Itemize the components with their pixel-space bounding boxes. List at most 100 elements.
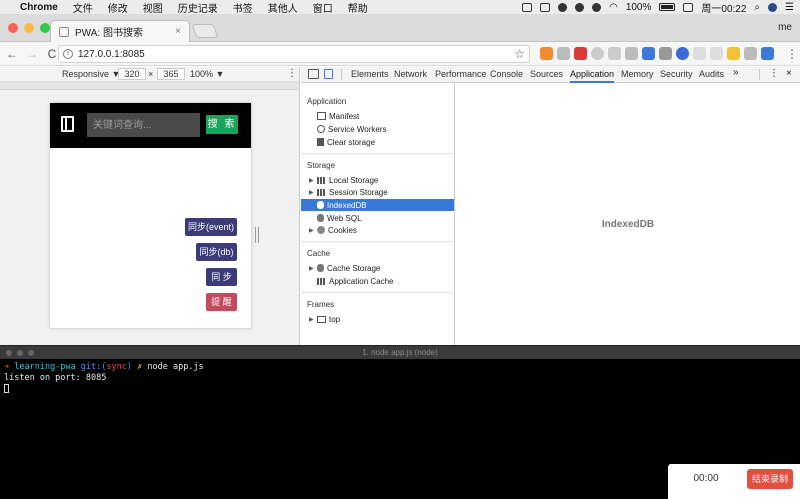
expand-arrow-icon[interactable]: ▶: [309, 177, 317, 184]
chrome-menu-icon[interactable]: ⋮: [784, 47, 800, 61]
menu-people[interactable]: 其他人: [268, 0, 298, 15]
zoom-window-icon[interactable]: [40, 23, 50, 33]
sidebar-item-label: Local Storage: [329, 175, 379, 185]
input-method-icon[interactable]: [683, 2, 694, 12]
terminal-close-icon[interactable]: [6, 350, 12, 356]
extension-2-icon[interactable]: [557, 47, 570, 60]
tab-sources[interactable]: Sources: [530, 69, 563, 79]
search-input[interactable]: [87, 113, 200, 137]
devtools-close-icon[interactable]: ×: [786, 68, 792, 79]
tab-audits[interactable]: Audits: [699, 69, 724, 79]
user-avatar-icon[interactable]: [768, 2, 778, 12]
extension-13-icon[interactable]: [744, 47, 757, 60]
stop-recording-button[interactable]: 结束录制: [747, 469, 793, 489]
expand-arrow-icon[interactable]: ▶: [309, 265, 317, 272]
terminal-minimize-icon[interactable]: [17, 350, 23, 356]
sidebar-item-indexeddb[interactable]: IndexedDB: [301, 199, 454, 211]
media-query-ruler[interactable]: [0, 82, 299, 90]
search-button[interactable]: 搜 索: [206, 115, 238, 134]
tab-close-icon[interactable]: ×: [175, 26, 181, 37]
extension-12-icon[interactable]: [727, 47, 740, 60]
zoom-select[interactable]: 100% ▼: [190, 69, 224, 79]
sidebar-item-session-storage[interactable]: ▶ Session Storage: [309, 186, 453, 198]
hat-icon[interactable]: [575, 2, 585, 12]
terminal-zoom-icon[interactable]: [28, 350, 34, 356]
menu-history[interactable]: 历史记录: [178, 0, 218, 15]
sync-button[interactable]: 同 步: [206, 268, 237, 286]
sidebar-item-clear-storage[interactable]: Clear storage: [317, 136, 453, 148]
back-arrow-icon[interactable]: ←: [4, 47, 20, 61]
battery-icon[interactable]: [659, 3, 676, 11]
devtools-menu-icon[interactable]: ⋮: [769, 68, 779, 79]
sidebar-item-application-cache[interactable]: Application Cache: [317, 275, 453, 287]
eyedropper-icon[interactable]: [659, 47, 672, 60]
menubar-clock[interactable]: 周一00:22: [701, 0, 746, 15]
minimize-window-icon[interactable]: [24, 23, 34, 33]
device-toggle-icon[interactable]: [324, 69, 333, 79]
site-info-icon[interactable]: i: [63, 49, 73, 59]
record-icon[interactable]: [540, 2, 551, 12]
sidebar-item-service-workers[interactable]: Service Workers: [317, 123, 453, 135]
forward-arrow-icon[interactable]: →: [24, 47, 40, 61]
extension-5-icon[interactable]: [608, 47, 621, 60]
close-window-icon[interactable]: [8, 23, 18, 33]
width-resize-handle[interactable]: [255, 227, 259, 243]
extension-9-icon[interactable]: [676, 47, 689, 60]
more-tabs-icon[interactable]: »: [733, 67, 739, 78]
sidebar-item-cache-storage[interactable]: ▶ Cache Storage: [309, 262, 453, 274]
sidebar-item-web-sql[interactable]: Web SQL: [317, 212, 453, 224]
tab-application[interactable]: Application: [570, 69, 615, 83]
device-height-input[interactable]: 365: [157, 68, 185, 80]
expand-arrow-icon[interactable]: ▶: [309, 316, 317, 323]
inspect-element-icon[interactable]: [308, 69, 319, 79]
menu-bookmarks[interactable]: 书签: [233, 0, 253, 15]
tab-elements[interactable]: Elements: [351, 69, 389, 79]
cloud-icon[interactable]: [592, 2, 602, 12]
new-tab-button[interactable]: [191, 24, 219, 38]
address-bar[interactable]: i 127.0.0.1:8085 ☆: [58, 45, 530, 63]
bookmark-star-icon[interactable]: ☆: [514, 47, 525, 61]
tab-security[interactable]: Security: [660, 69, 693, 79]
sync-event-button[interactable]: 同步(event): [185, 218, 237, 236]
sidebar-item-local-storage[interactable]: ▶ Local Storage: [309, 174, 453, 186]
expand-arrow-icon[interactable]: ▶: [309, 189, 317, 196]
cookie-icon: [317, 226, 325, 234]
extension-11-icon[interactable]: [710, 47, 723, 60]
profile-button[interactable]: me: [778, 22, 792, 33]
notification-list-icon[interactable]: ☰: [785, 2, 794, 13]
extension-4-icon[interactable]: [591, 47, 604, 60]
sidebar-item-cookies[interactable]: ▶ Cookies: [309, 224, 453, 236]
extension-14-icon[interactable]: [761, 47, 774, 60]
menu-file[interactable]: 文件: [73, 0, 93, 15]
wifi-icon[interactable]: ◠: [609, 2, 618, 13]
sidebar-item-manifest[interactable]: Manifest: [317, 110, 453, 122]
extension-10-icon[interactable]: [693, 47, 706, 60]
menu-app-name[interactable]: Chrome: [20, 2, 58, 13]
expand-arrow-icon[interactable]: ▶: [309, 227, 317, 234]
sidebar-item-top-frame[interactable]: ▶ top: [309, 313, 453, 325]
menu-edit[interactable]: 修改: [108, 0, 128, 15]
camera-icon[interactable]: [625, 47, 638, 60]
status-box-icon[interactable]: [522, 2, 533, 12]
extension-1-icon[interactable]: [540, 47, 553, 60]
browser-tab[interactable]: PWA: 图书搜索 ×: [50, 20, 190, 42]
terminal-window-controls: [6, 350, 34, 356]
tab-console[interactable]: Console: [490, 69, 523, 79]
tab-performance[interactable]: Performance: [435, 69, 487, 79]
spotlight-icon[interactable]: ⌕: [754, 2, 760, 13]
menu-help[interactable]: 帮助: [348, 0, 368, 15]
device-more-icon[interactable]: ⋮: [287, 68, 297, 79]
page-favicon-icon: [59, 26, 69, 37]
device-mode-select[interactable]: Responsive ▼: [62, 69, 120, 79]
tab-memory[interactable]: Memory: [621, 69, 654, 79]
menu-view[interactable]: 视图: [143, 0, 163, 15]
extension-3-icon[interactable]: [574, 47, 587, 60]
remind-button[interactable]: 提 醒: [206, 293, 237, 311]
menu-window[interactable]: 窗口: [313, 0, 333, 15]
extension-7-icon[interactable]: [642, 47, 655, 60]
tab-network[interactable]: Network: [394, 69, 427, 79]
status-dot-icon[interactable]: [558, 2, 568, 12]
url-text[interactable]: 127.0.0.1:8085: [78, 49, 145, 60]
sync-db-button[interactable]: 同步(db): [196, 243, 237, 261]
device-width-input[interactable]: 320: [118, 68, 146, 80]
